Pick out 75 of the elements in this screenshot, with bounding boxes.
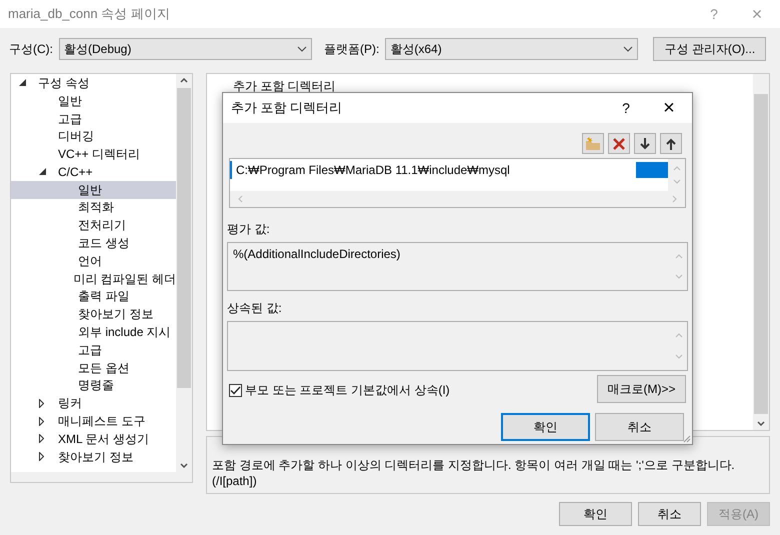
help-button[interactable]: ?: [606, 98, 646, 118]
inherited-label: 상속된 값:: [227, 300, 282, 317]
scroll-up-icon: [674, 333, 682, 338]
tree-item[interactable]: 언어: [11, 252, 176, 270]
collapsed-icon[interactable]: [39, 434, 44, 444]
tree-item[interactable]: 일반: [11, 92, 176, 110]
collapsed-icon[interactable]: [39, 416, 44, 426]
scroll-thumb[interactable]: [754, 94, 768, 414]
tree-item[interactable]: 고급: [11, 340, 176, 359]
resize-grip-icon: [683, 435, 691, 443]
tree-item[interactable]: 외부 include 지시: [11, 323, 176, 341]
expanded-icon[interactable]: [19, 79, 26, 86]
move-up-button[interactable]: [660, 133, 682, 154]
scroll-down-icon: [180, 463, 188, 468]
horizontal-scrollbar[interactable]: [11, 472, 192, 482]
dialog-button[interactable]: 취소: [638, 502, 701, 526]
scroll-down-icon: [757, 421, 765, 426]
tree-item[interactable]: 링커: [11, 394, 176, 412]
dialog-button[interactable]: 취소: [595, 413, 684, 441]
scroll-up-icon: [674, 254, 682, 259]
tree-item[interactable]: 고급: [11, 110, 176, 128]
tree-item[interactable]: 일반: [11, 180, 176, 199]
tree-item[interactable]: 명령줄: [11, 376, 176, 394]
delete-icon: [613, 138, 625, 150]
move-down-button[interactable]: [634, 133, 656, 154]
evaluated-value: %(AdditionalIncludeDirectories): [232, 246, 402, 263]
tree-item[interactable]: 구성 속성: [11, 74, 176, 92]
vertical-scrollbar[interactable]: [176, 74, 192, 472]
config-label: 구성(C):: [9, 41, 53, 58]
dialog-button[interactable]: 확인: [501, 413, 590, 441]
scroll-down-icon: [672, 179, 680, 184]
scroll-up-icon: [672, 166, 680, 171]
config-manager-button[interactable]: 구성 관리자(O)...: [653, 37, 766, 61]
property-name: 추가 포함 디렉터리: [232, 78, 337, 95]
close-button[interactable]: ×: [646, 93, 692, 123]
platform-label: 플랫폼(P):: [324, 41, 380, 58]
scroll-down-icon: [674, 354, 682, 359]
evaluated-label: 평가 값:: [227, 221, 270, 238]
tree-item[interactable]: XML 문서 생성기: [11, 430, 176, 448]
tree-item[interactable]: 찾아보기 정보: [11, 305, 176, 324]
scroll-thumb[interactable]: [177, 88, 191, 388]
switch-text: (/I[path]): [212, 473, 258, 489]
tree-item[interactable]: 출력 파일: [11, 288, 176, 306]
collapsed-icon[interactable]: [39, 452, 44, 462]
inherit-checkbox[interactable]: [229, 384, 242, 396]
delete-button[interactable]: [608, 133, 630, 154]
scroll-left-icon: [238, 195, 243, 203]
tree-item[interactable]: C/C++: [11, 162, 176, 181]
tree-item[interactable]: 최적화: [11, 198, 176, 216]
scroll-right-icon: [672, 195, 677, 203]
scroll-down-icon: [674, 274, 682, 280]
tree-item[interactable]: 디버깅: [11, 127, 176, 146]
chevron-icon: [623, 46, 634, 52]
window-title: maria_db_conn 속성 페이지: [8, 5, 170, 24]
tree-item[interactable]: 찾아보기 정보: [11, 448, 176, 466]
tree-item[interactable]: 모든 옵션: [11, 358, 176, 377]
macros-button[interactable]: 매크로(M)>>: [597, 375, 686, 403]
tree-item[interactable]: 코드 생성: [11, 234, 176, 252]
scroll-up-icon: [180, 78, 188, 83]
platform-dropdown[interactable]: 활성(x64): [385, 38, 638, 60]
tree-item[interactable]: 매니페스트 도구: [11, 412, 176, 430]
description-text: 포함 경로에 추가할 하나 이상의 디렉터리를 지정합니다. 항목이 여러 개일 때는 ';'으로 구분합니다.: [212, 457, 736, 473]
inherit-label: 부모 또는 프로젝트 기본값에서 상속(I): [245, 382, 450, 399]
dialog-button[interactable]: 확인: [559, 502, 632, 526]
collapsed-icon[interactable]: [39, 398, 44, 408]
chevron-icon: [297, 46, 307, 52]
config-dropdown[interactable]: 활성(Debug): [59, 38, 312, 60]
expanded-icon[interactable]: [39, 168, 46, 176]
arrow-up-icon: [666, 138, 676, 150]
tree-item[interactable]: VC++ 디렉터리: [11, 145, 176, 163]
folder-icon: [585, 136, 601, 150]
arrow-down-icon: [640, 138, 650, 150]
tree-item[interactable]: 미리 컴파일된 헤더: [11, 270, 176, 288]
dialog-title: 추가 포함 디렉터리: [231, 99, 342, 118]
tree-item[interactable]: 전처리기: [11, 216, 176, 234]
